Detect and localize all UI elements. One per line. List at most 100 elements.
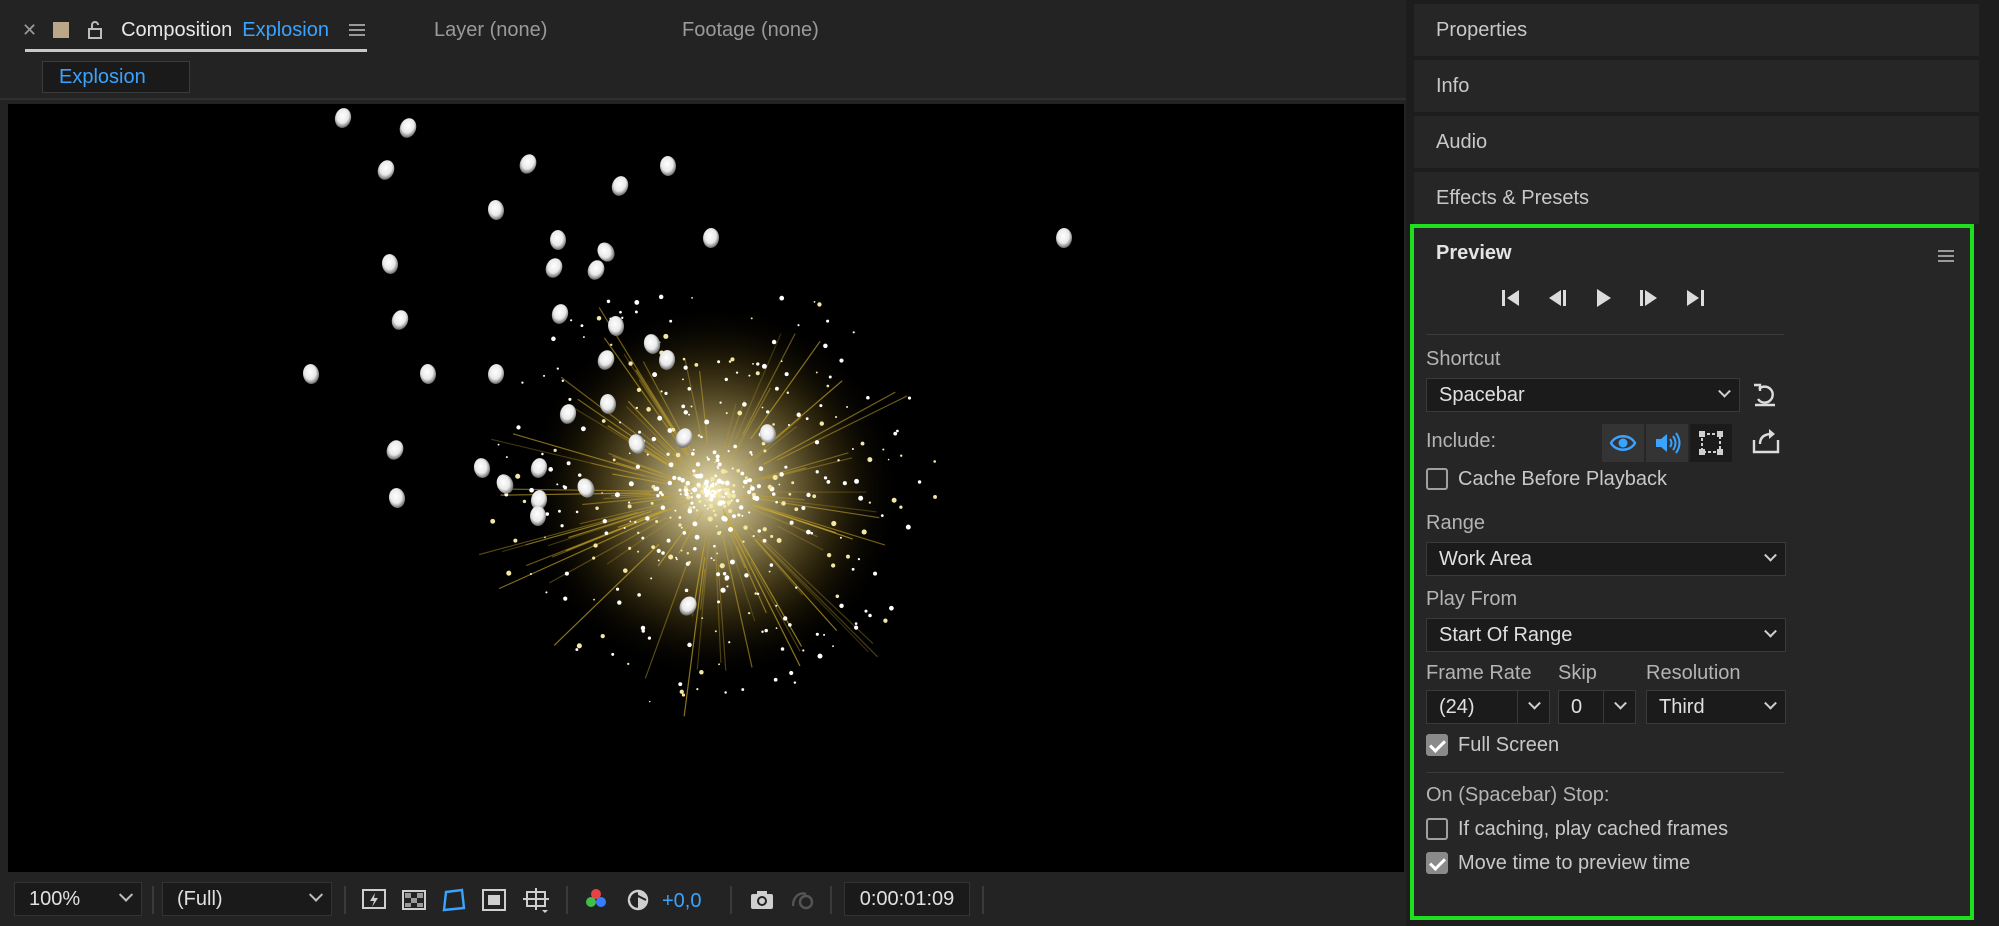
channels-icon[interactable] — [580, 884, 612, 916]
composition-flowchart-chip[interactable]: Explosion — [42, 61, 190, 93]
particle-dot — [728, 526, 734, 533]
range-label: Range — [1426, 512, 1485, 534]
particle-dot — [541, 452, 544, 456]
play-icon[interactable] — [1586, 281, 1620, 315]
particle-dot — [602, 518, 607, 524]
mask-visibility-icon[interactable] — [438, 884, 470, 916]
particle-dot — [899, 505, 903, 509]
tab-composition[interactable]: ✕ Composition Explosion — [22, 16, 365, 44]
range-dropdown[interactable]: Work Area — [1426, 542, 1786, 576]
export-to-media-icon[interactable] — [1750, 426, 1782, 458]
unlock-icon[interactable] — [85, 20, 105, 40]
preview-resolution-dropdown[interactable]: Third — [1646, 690, 1786, 724]
particle-dot — [636, 387, 642, 393]
panel-properties[interactable]: Properties — [1414, 4, 1979, 56]
panel-audio[interactable]: Audio — [1414, 116, 1979, 168]
particle-dot — [604, 531, 609, 536]
particle-blob — [381, 254, 399, 274]
panel-effects-presets[interactable]: Effects & Presets — [1414, 172, 1979, 224]
frame-rate-dropdown[interactable]: (24) — [1426, 690, 1550, 724]
panel-menu-icon[interactable] — [348, 24, 365, 36]
chevron-down-icon — [1764, 696, 1777, 710]
tab-layer[interactable]: Layer (none) — [434, 16, 547, 44]
resolution-dropdown[interactable]: (Full) — [162, 882, 332, 916]
include-video-toggle[interactable] — [1602, 424, 1644, 462]
last-frame-icon[interactable] — [1678, 281, 1712, 315]
close-tab-icon[interactable]: ✕ — [22, 20, 37, 41]
particle-dot — [718, 485, 721, 488]
particle-dot — [766, 410, 770, 414]
first-frame-icon[interactable] — [1494, 281, 1528, 315]
particle-dot — [516, 425, 521, 430]
shortcut-dropdown[interactable]: Spacebar — [1426, 378, 1740, 412]
particle-dot — [740, 471, 745, 476]
next-frame-icon[interactable] — [1632, 281, 1666, 315]
particle-dot — [714, 474, 718, 478]
label-color-swatch[interactable] — [53, 22, 70, 38]
exposure-value[interactable]: +0,0 — [662, 890, 701, 913]
particle-dot — [752, 362, 754, 365]
particle-dot — [764, 628, 768, 633]
chevron-down-icon — [1718, 384, 1731, 398]
include-audio-toggle[interactable] — [1646, 424, 1688, 462]
particle-dot — [776, 538, 782, 543]
particle-dot — [522, 499, 527, 504]
particle-dot — [577, 473, 582, 477]
particle-dot — [779, 295, 785, 301]
previous-frame-icon[interactable] — [1540, 281, 1574, 315]
skip-dropdown[interactable]: 0 — [1558, 690, 1636, 724]
full-screen-checkbox[interactable] — [1426, 734, 1448, 756]
particle-dot — [684, 588, 689, 593]
particle-dot — [769, 563, 774, 567]
camera-snapshot-icon[interactable] — [746, 884, 778, 916]
particle-dot — [835, 594, 840, 599]
tab-footage[interactable]: Footage (none) — [682, 16, 819, 44]
particle-dot — [780, 360, 783, 363]
particle-dot — [773, 677, 778, 682]
region-of-interest-icon[interactable] — [478, 884, 510, 916]
particle-dot — [735, 498, 740, 503]
magnification-value: 100% — [29, 887, 81, 910]
dropdown-split — [1517, 691, 1518, 723]
preview-panel-menu-icon[interactable] — [1938, 250, 1954, 262]
particle-dot — [743, 525, 748, 530]
include-overlays-toggle[interactable] — [1690, 424, 1732, 462]
particle-dot — [717, 600, 721, 604]
particle-dot — [515, 473, 521, 479]
particle-dot — [657, 559, 660, 562]
preview-resolution-value: Third — [1659, 695, 1705, 718]
composition-viewer[interactable] — [8, 104, 1404, 872]
show-snapshot-icon[interactable] — [786, 884, 818, 916]
fast-previews-icon[interactable] — [358, 884, 390, 916]
cache-before-playback-checkbox[interactable] — [1426, 468, 1448, 490]
particle-dot — [837, 459, 840, 462]
move-time-checkbox[interactable] — [1426, 852, 1448, 874]
transparency-grid-icon[interactable] — [398, 884, 430, 916]
particle-dot — [553, 448, 557, 452]
magnification-dropdown[interactable]: 100% — [14, 882, 142, 916]
particle-dot — [828, 375, 832, 379]
particle-dot — [521, 381, 524, 384]
particle-dot — [742, 485, 745, 488]
panel-info[interactable]: Info — [1414, 60, 1979, 112]
particle-dot — [857, 558, 861, 561]
particle-dot — [706, 499, 709, 502]
particle-dot — [651, 545, 656, 549]
if-caching-checkbox[interactable] — [1426, 818, 1448, 840]
particle-dot — [690, 501, 694, 505]
particle-dot — [806, 492, 811, 498]
particle-dot — [695, 509, 699, 512]
particle-dot — [682, 531, 687, 535]
include-label: Include: — [1426, 430, 1497, 452]
particle-dot — [717, 360, 721, 364]
particle-dot — [694, 362, 699, 367]
play-from-dropdown[interactable]: Start Of Range — [1426, 618, 1786, 652]
current-time-display[interactable]: 0:00:01:09 — [844, 882, 970, 916]
particle-dot — [709, 497, 714, 502]
particle-dot — [724, 575, 730, 581]
reset-exposure-icon[interactable] — [622, 884, 654, 916]
composition-panel-tabs: ✕ Composition Explosion Layer (none) Foo… — [0, 0, 1406, 56]
grid-guides-icon[interactable] — [520, 884, 552, 916]
particle-dot — [750, 317, 753, 320]
reset-icon[interactable] — [1750, 380, 1780, 410]
